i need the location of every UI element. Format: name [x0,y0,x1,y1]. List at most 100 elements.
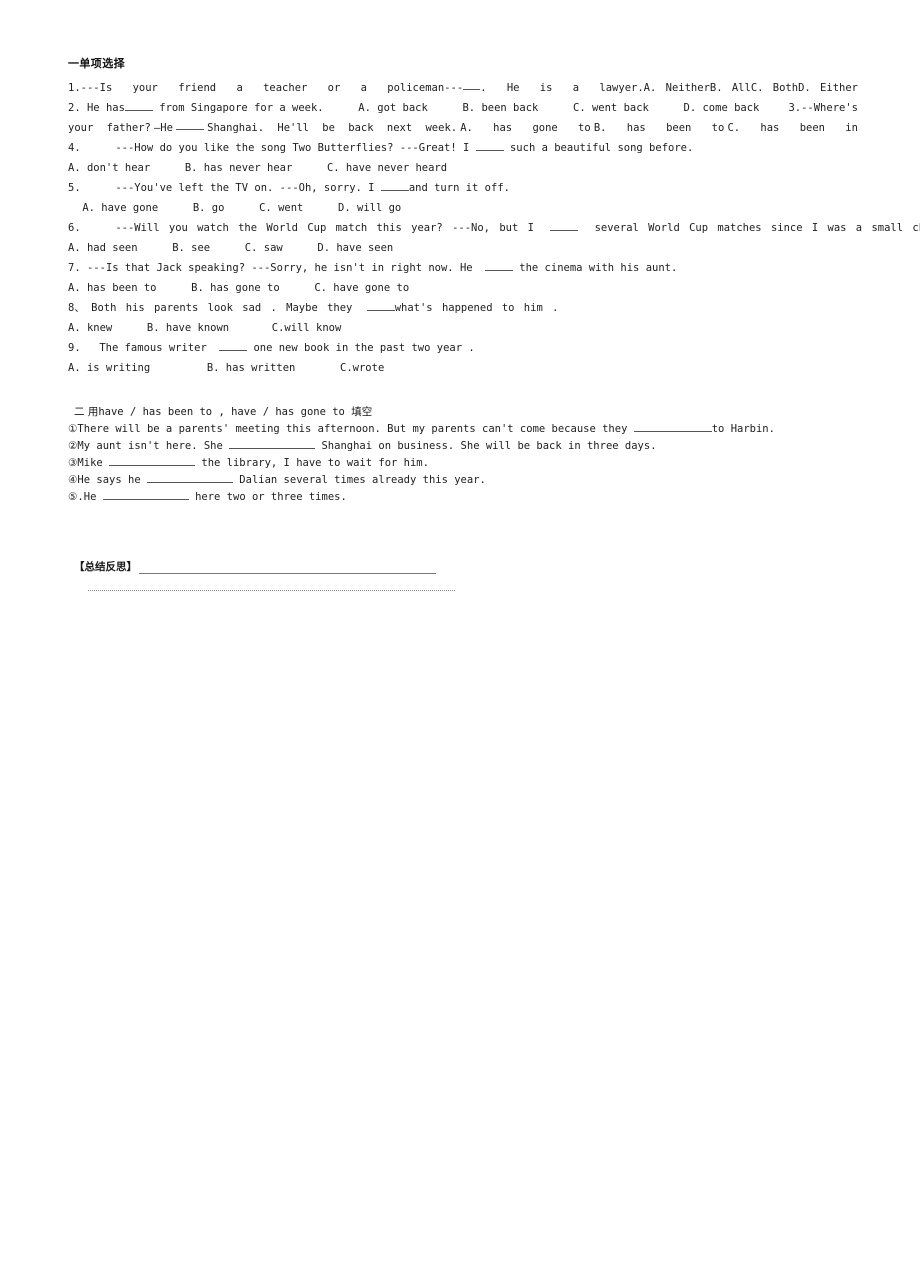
fill-item-1: ①There will be a parents' meeting this a… [68,420,858,437]
q5-option-c[interactable]: C. went [259,202,303,214]
q6-option-b[interactable]: B. see [172,242,210,254]
fill-item-5: ⑤.He here two or three times. [68,488,858,505]
question-5-options: A. have gone B. go C. went D. will go [68,198,858,218]
fill-item-4-text-before: He says he [77,474,141,486]
section-one-heading: 一单项选择 [68,57,125,70]
q6-option-d[interactable]: D. have seen [317,242,393,254]
question-row-2: 2. He has from Singapore for a week. A. … [68,98,858,118]
q5-option-a[interactable]: A. have gone [82,202,158,214]
fill-item-1-blank[interactable] [633,420,712,432]
fill-item-2-text-before: My aunt isn't here. She [77,440,223,452]
fill-item-3-text-after: the library, I have to wait for him. [201,457,429,469]
q2-stem-b: from Singapore for a week. [159,102,324,114]
q4-answer-blank[interactable] [475,139,504,151]
fill-item-1-text-before: There will be a parents' meeting this af… [77,423,628,435]
q7-option-c[interactable]: C. have gone to [314,282,409,294]
q6-stem-a: ---Will you watch the World Cup match th… [115,222,534,234]
q8-answer-blank[interactable] [366,299,395,311]
question-row-4: 4. ---How do you like the song Two Butte… [68,138,858,158]
question-row-7: 7. ---Is that Jack speaking? ---Sorry, h… [68,258,858,278]
question-row-9: 9. The famous writer one new book in the… [68,338,858,358]
q6-number: 6. [68,222,81,234]
reflection-label: 【总结反思】 [74,561,137,573]
fill-item-4-blank[interactable] [146,471,233,483]
q1-answer-blank[interactable] [463,78,481,90]
q5-answer-blank[interactable] [380,179,409,191]
question-row-3: your father? —He Shanghai. He'll be back … [68,118,858,138]
fill-item-5-marker: ⑤. [68,491,84,503]
q6-answer-blank[interactable] [550,219,579,231]
q4-number: 4. [68,142,81,154]
q3-continuation-a: your father? [68,122,151,134]
q8-option-a[interactable]: A. knew [68,322,112,334]
q3-dash: —He [153,122,173,134]
q9-option-b[interactable]: B. has written [207,362,296,374]
fill-item-4: ④He says he Dalian several times already… [68,471,858,488]
fill-item-3-blank[interactable] [109,454,196,466]
q8-option-c[interactable]: C.will know [272,322,342,334]
q2-group: 2. He has from Singapore for a week. A. … [68,98,759,118]
q7-option-b[interactable]: B. has gone to [191,282,280,294]
q3-option-a[interactable]: A. has gone to [460,118,591,138]
q6-option-a[interactable]: A. had seen [68,242,138,254]
section-two-heading: 二 用have / has been to , have / has gone … [68,404,858,420]
q9-option-a[interactable]: A. is writing [68,362,150,374]
q5-option-b[interactable]: B. go [193,202,225,214]
q1-option-d[interactable]: D. Either [798,78,858,98]
q1-option-a[interactable]: A. Neither [644,78,710,98]
fill-item-5-blank[interactable] [102,488,189,500]
q7-stem-a: ---Is that Jack speaking? ---Sorry, he i… [86,262,473,274]
q4-stem-b: such a beautiful song before. [509,142,694,154]
fill-item-3-text-before: Mike [77,457,103,469]
q5-option-d[interactable]: D. will go [338,202,401,214]
q3-option-c[interactable]: C. has been in [727,118,858,138]
question-row-8: 8、 Both his parents look sad . Maybe the… [68,298,858,318]
q1-option-c[interactable]: C. Both [751,78,798,98]
question-row-5: 5. ---You've left the TV on. ---Oh, sorr… [68,178,858,198]
q1-number: 1. [68,82,81,94]
q4-option-b[interactable]: B. has never hear [185,162,292,174]
question-6-options: A. had seen B. see C. saw D. have seen [68,238,858,258]
q8-stem-a: Both his parents look sad . Maybe they [91,302,353,314]
q3-number-trailing: 3.--Where's [788,102,858,114]
q2-option-c[interactable]: C. went back [573,102,649,114]
q9-stem-b: one new book in the past two year . [253,342,475,354]
q9-answer-blank[interactable] [219,339,248,351]
q7-stem-b: the cinema with his aunt. [519,262,678,274]
q3-option-b[interactable]: B. has been to [594,118,725,138]
q8-number: 8、 [68,302,85,314]
q2-answer-blank[interactable] [124,99,153,111]
fill-item-2-text-after: Shanghai on business. She will be back i… [321,440,657,452]
q1-stem-left: ---Is your friend a teacher or a policem… [80,82,445,94]
fill-item-2: ②My aunt isn't here. She Shanghai on bus… [68,437,858,454]
document-content: 一单项选择 1. ---Is your friend a teacher or … [68,55,920,591]
q9-option-c[interactable]: C.wrote [340,362,384,374]
q9-number: 9. [68,342,81,354]
fill-item-4-text-after: Dalian several times already this year. [239,474,486,486]
fill-item-5-text-before: He [83,491,97,503]
q1-stem-right: . He is a lawyer. [480,82,644,94]
fill-item-2-marker: ② [68,440,78,452]
q2-option-a[interactable]: A. got back [358,102,428,114]
q4-option-c[interactable]: C. have never heard [327,162,447,174]
q1-option-b[interactable]: B. All [710,78,751,98]
q5-stem-b: and turn it off. [408,182,510,194]
q2-number: 2. [68,102,81,114]
q7-answer-blank[interactable] [484,259,513,271]
q2-option-d[interactable]: D. come back [684,102,760,114]
q2-option-b[interactable]: B. been back [462,102,538,114]
reflection-block: 【总结反思】 [68,559,858,591]
reflection-write-line-1[interactable] [139,563,436,574]
fill-item-2-blank[interactable] [229,437,316,449]
q7-option-a[interactable]: A. has been to [68,282,157,294]
q3-answer-blank[interactable] [176,118,205,130]
q4-option-a[interactable]: A. don't hear [68,162,150,174]
fill-item-3: ③Mike the library, I have to wait for hi… [68,454,858,471]
q6-option-c[interactable]: C. saw [245,242,283,254]
question-4-options: A. don't hear B. has never hear C. have … [68,158,858,178]
section-two-fill-label: 填空 [351,406,373,418]
q1-dash: --- [444,82,464,94]
reflection-write-line-2[interactable] [88,589,455,591]
q8-option-b[interactable]: B. have known [147,322,229,334]
